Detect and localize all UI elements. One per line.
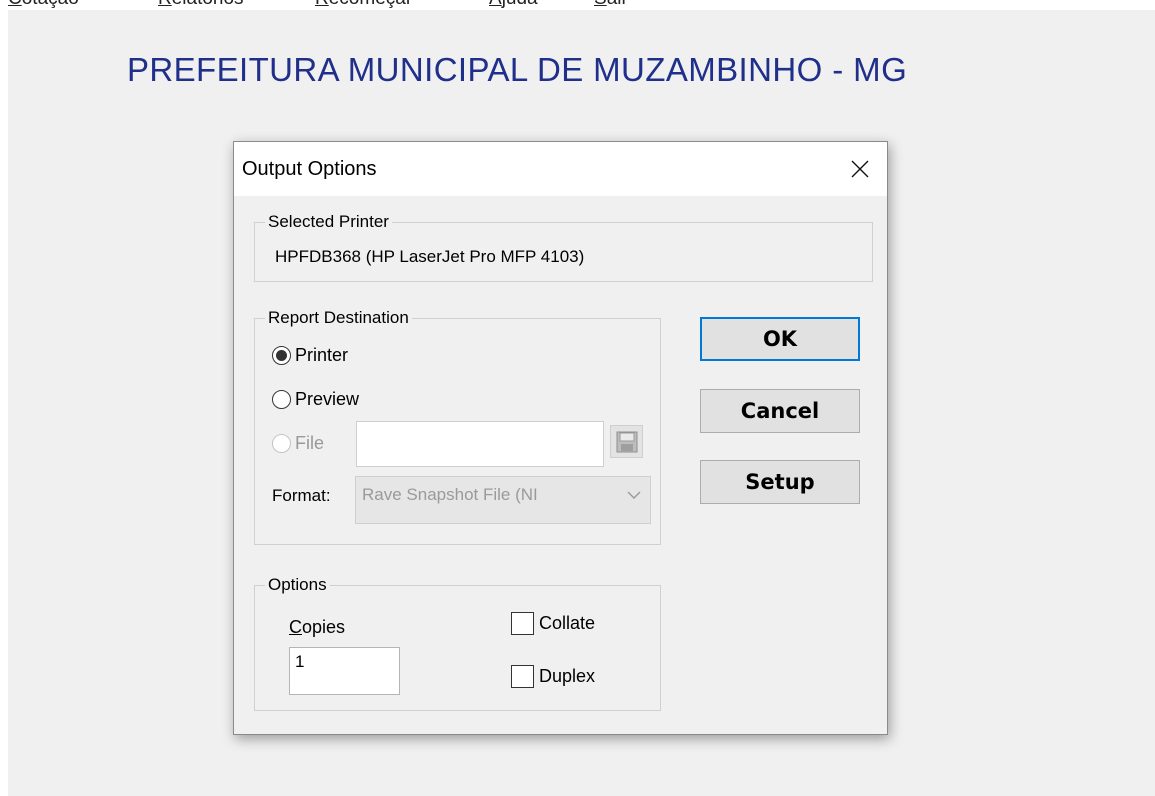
report-destination-group: Report Destination Printer Preview File … [254,308,661,545]
radio-printer[interactable]: Printer [272,345,348,366]
menu-item-cotacao[interactable]: Cotação [8,0,79,10]
options-label: Options [265,575,330,595]
duplex-checkbox-row[interactable]: Duplex [511,665,595,688]
close-button[interactable] [833,142,887,196]
selected-printer-value: HPFDB368 (HP LaserJet Pro MFP 4103) [275,247,585,266]
radio-file: File [272,433,324,454]
menu-item-ajuda[interactable]: Ajuda [489,0,538,10]
radio-preview-label: Preview [295,389,360,409]
format-select-value: Rave Snapshot File (NI [362,485,538,504]
duplex-label: Duplex [539,666,596,686]
menu-bar: Cotação Relatórios Recomeçar Ajuda Sair [0,0,1155,10]
cancel-button[interactable]: Cancel [700,389,860,433]
copies-field[interactable]: 1 [289,647,400,695]
dialog-titlebar: Output Options [234,142,887,196]
collate-checkbox[interactable] [511,612,534,635]
format-select: Rave Snapshot File (NI [355,476,651,524]
copies-label: Copies [289,617,346,637]
selected-printer-label: Selected Printer [265,212,392,232]
options-group: Options Copies 1 Collate Duplex [254,575,661,711]
chevron-down-icon [626,487,642,508]
radio-preview[interactable]: Preview [272,389,359,410]
close-icon [851,160,869,178]
menu-item-recomecar[interactable]: Recomeçar [315,0,412,10]
report-destination-label: Report Destination [265,308,412,328]
menu-item-relatorios[interactable]: Relatórios [158,0,244,10]
dialog-title: Output Options [242,158,377,180]
file-browse-button [610,425,643,458]
menu-item-sair[interactable]: Sair [594,0,628,10]
radio-printer-label: Printer [295,345,349,365]
collate-label: Collate [539,613,596,633]
selected-printer-group: Selected Printer HPFDB368 (HP LaserJet P… [254,212,873,282]
ok-button[interactable]: OK [700,317,860,361]
output-options-dialog: Output Options Selected Printer HPFDB368… [233,141,888,735]
radio-printer-indicator[interactable] [272,346,291,365]
save-disk-icon [616,431,637,452]
setup-button[interactable]: Setup [700,460,860,504]
format-label: Format: [272,486,331,505]
radio-preview-indicator[interactable] [272,390,291,409]
radio-file-label: File [295,433,325,453]
collate-checkbox-row[interactable]: Collate [511,612,595,635]
radio-file-indicator [272,434,291,453]
file-path-field [356,421,604,467]
app-title: PREFEITURA MUNICIPAL DE MUZAMBINHO - MG [127,51,908,88]
duplex-checkbox[interactable] [511,665,534,688]
